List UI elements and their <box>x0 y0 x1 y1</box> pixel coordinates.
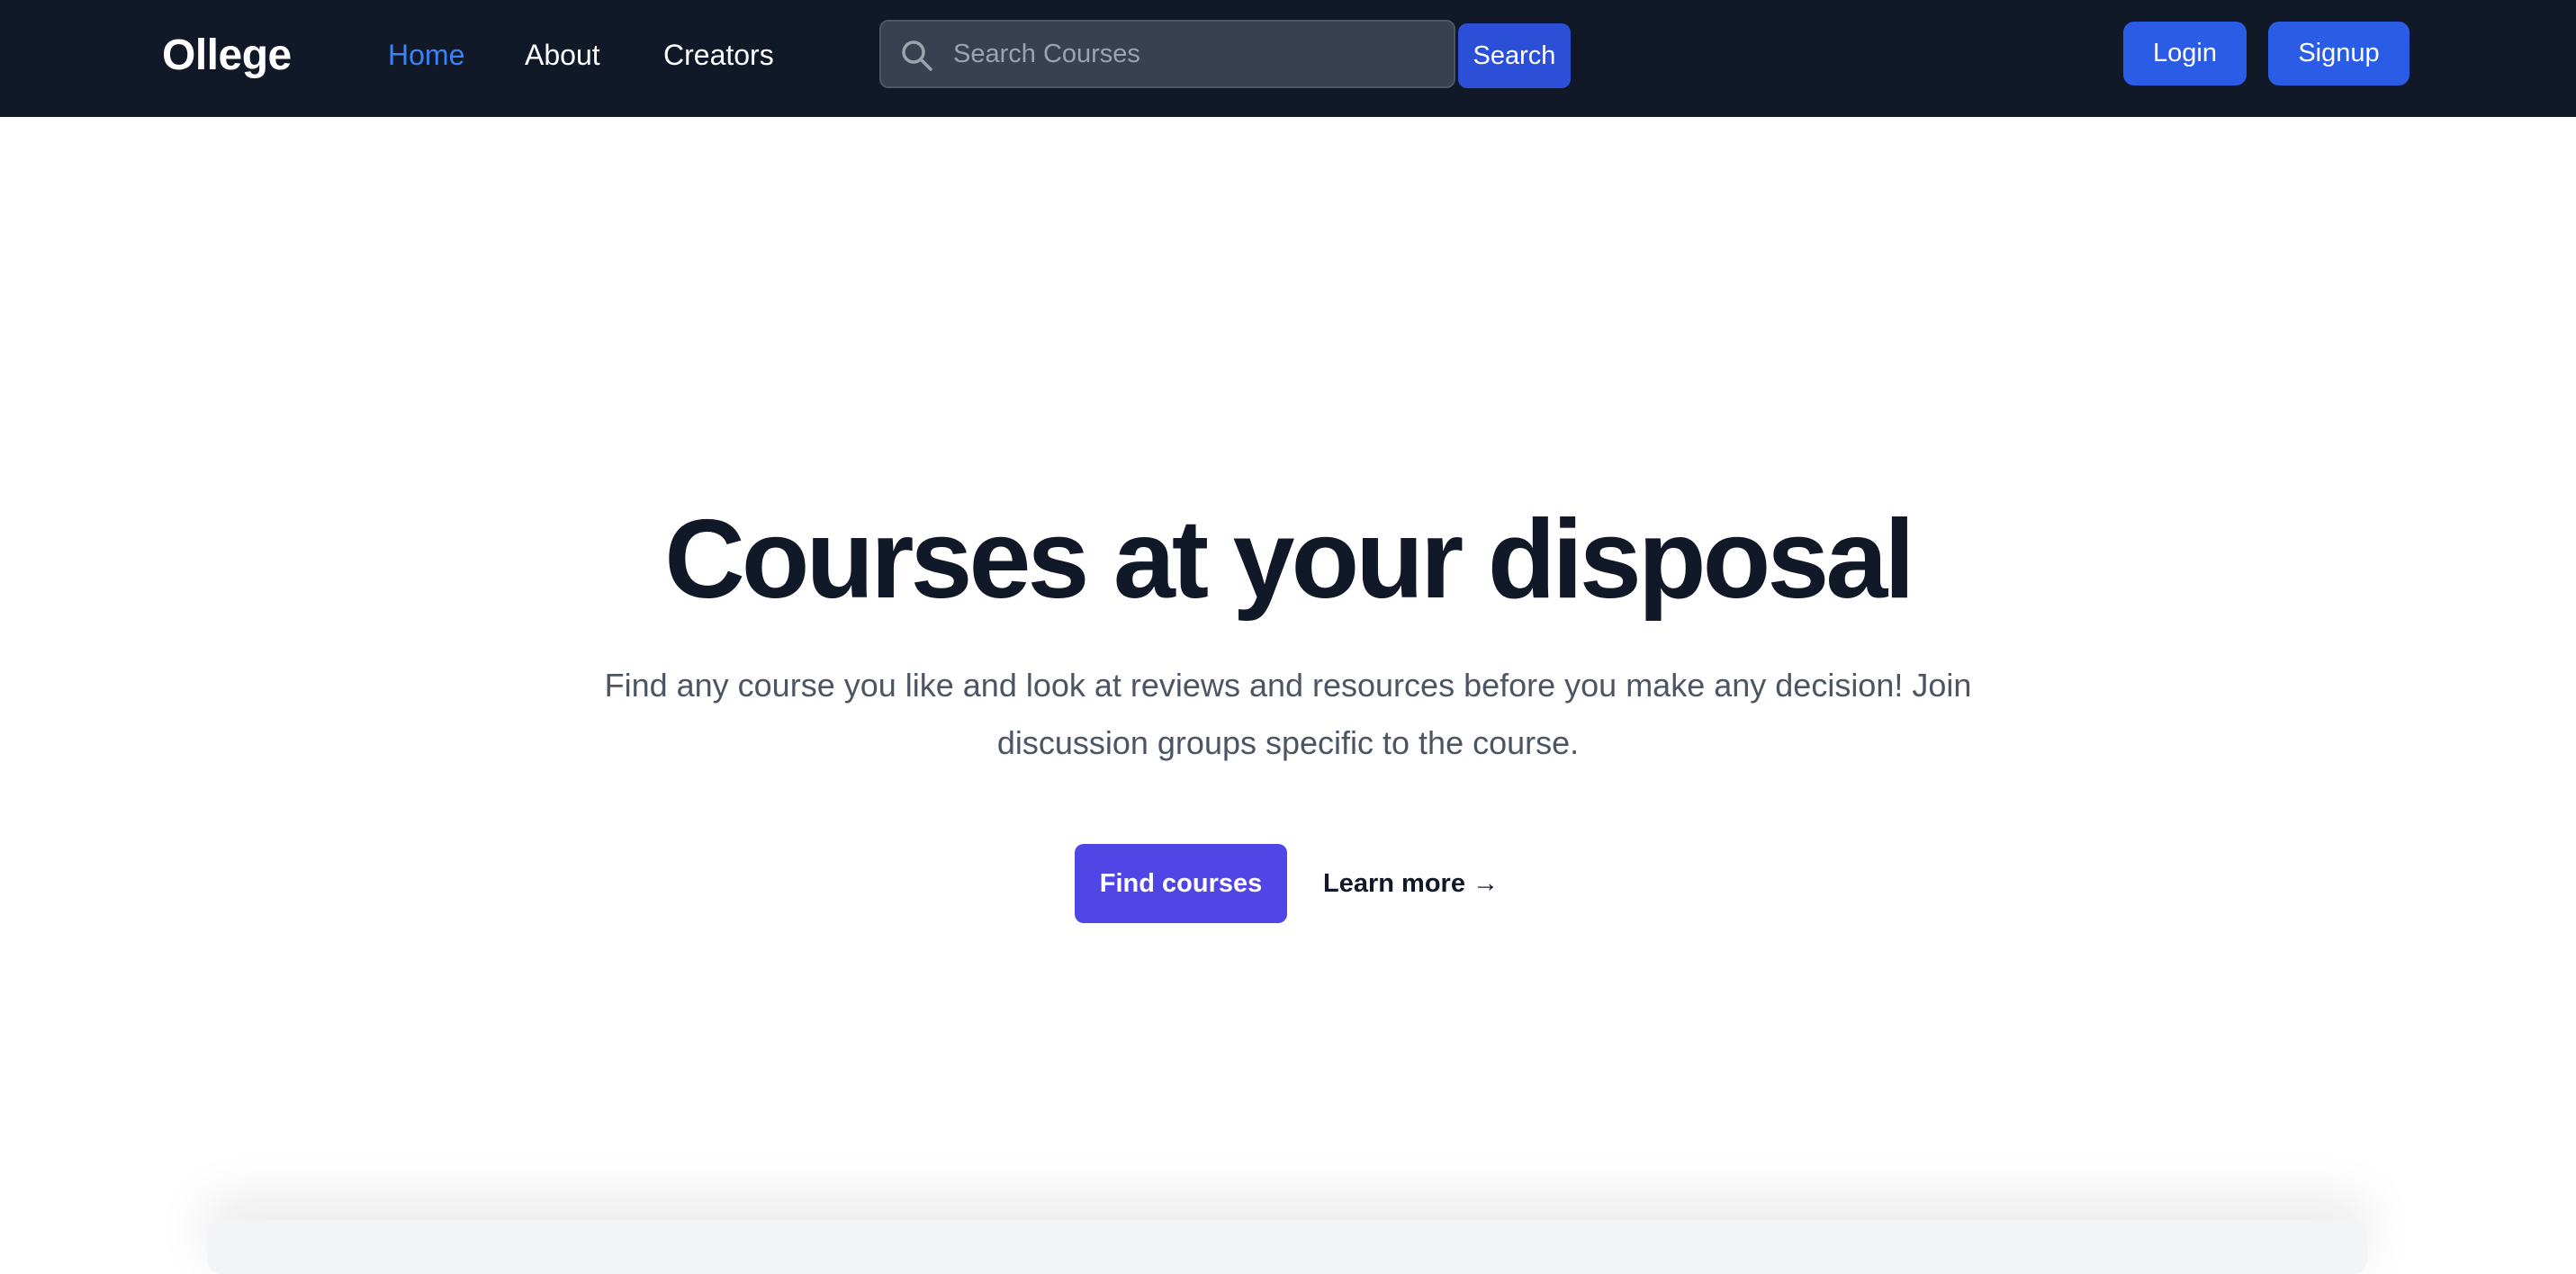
nav-link-home[interactable]: Home <box>388 36 464 74</box>
search-icon <box>899 38 935 74</box>
hero-title: Courses at your disposal <box>664 498 1915 622</box>
signup-button[interactable]: Signup <box>2268 22 2409 85</box>
content-card-edge <box>207 1220 2367 1274</box>
nav-link-creators[interactable]: Creators <box>663 36 774 74</box>
top-navbar: Ollege Home About Creators Search Login … <box>0 0 2576 117</box>
brand-logo[interactable]: Ollege <box>162 28 292 84</box>
search-box <box>879 20 1455 88</box>
learn-more-link[interactable]: Learn more → <box>1323 864 1499 903</box>
search-input[interactable] <box>953 22 1439 86</box>
search-button[interactable]: Search <box>1458 23 1571 88</box>
find-courses-button[interactable]: Find courses <box>1075 844 1287 923</box>
hero-description: Find any course you like and look at rev… <box>604 667 1972 761</box>
login-button[interactable]: Login <box>2123 22 2247 85</box>
nav-link-about[interactable]: About <box>525 36 600 74</box>
